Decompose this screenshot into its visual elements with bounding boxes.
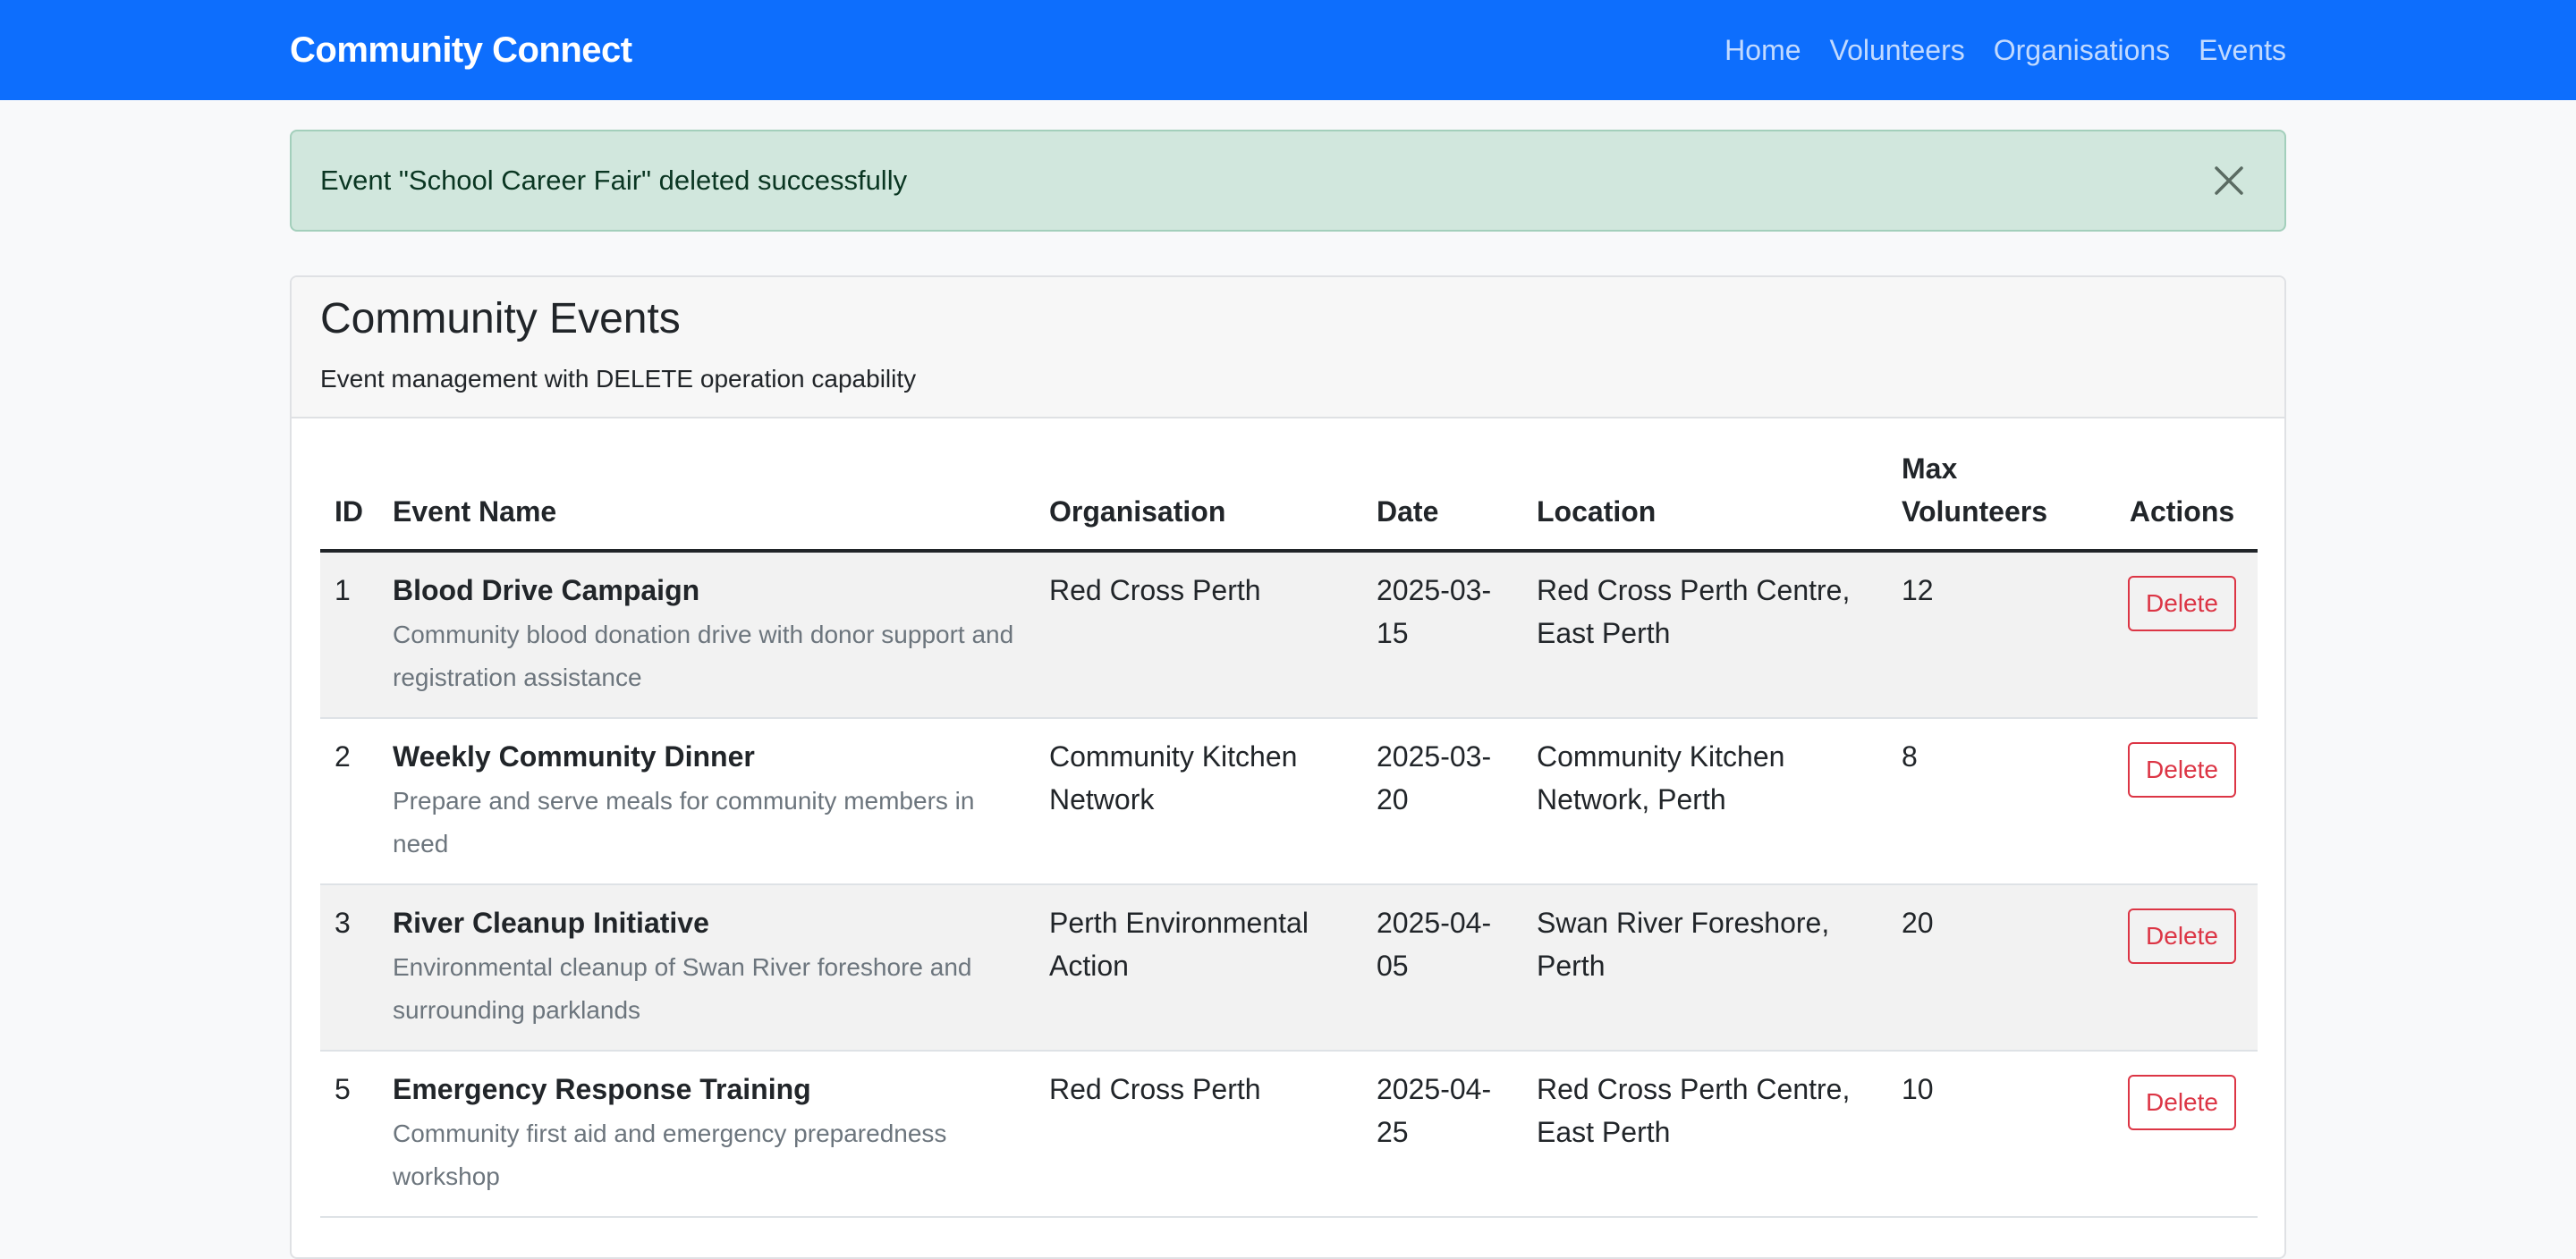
nav-link-organisations[interactable]: Organisations: [1994, 34, 2170, 67]
delete-button[interactable]: Delete: [2128, 1075, 2236, 1130]
close-icon[interactable]: [2207, 159, 2250, 202]
date-part2: 05: [1377, 950, 1409, 982]
cell-location: Community Kitchen Network, Perth: [1522, 718, 1887, 885]
header-organisation: Organisation: [1035, 447, 1362, 553]
cell-event: Emergency Response Training Community fi…: [378, 1051, 1035, 1218]
table-row: 5 Emergency Response Training Community …: [320, 1051, 2258, 1218]
nav-link-volunteers[interactable]: Volunteers: [1830, 34, 1965, 67]
events-card: Community Events Event management with D…: [290, 275, 2286, 1259]
cell-organisation: Perth Environmental Action: [1035, 884, 1362, 1052]
event-name: Emergency Response Training: [393, 1073, 811, 1105]
header-max-volunteers: Max Volunteers: [1887, 447, 2106, 553]
cell-location: Swan River Foreshore, Perth: [1522, 884, 1887, 1052]
delete-button[interactable]: Delete: [2128, 742, 2236, 798]
event-description: Environmental cleanup of Swan River fore…: [393, 953, 972, 1024]
cell-max-volunteers: 12: [1887, 551, 2106, 719]
header-id: ID: [320, 447, 378, 553]
cell-max-volunteers: 20: [1887, 884, 2106, 1052]
cell-date: 2025-03- 20: [1362, 718, 1522, 885]
cell-date: 2025-04- 05: [1362, 884, 1522, 1052]
cell-id: 5: [320, 1051, 378, 1218]
cell-date: 2025-04- 25: [1362, 1051, 1522, 1218]
event-name: Blood Drive Campaign: [393, 574, 700, 606]
card-header: Community Events Event management with D…: [292, 277, 2284, 418]
cell-event: Blood Drive Campaign Community blood don…: [378, 551, 1035, 719]
event-description: Prepare and serve meals for community me…: [393, 787, 975, 858]
date-part1: 2025-03-: [1377, 574, 1492, 606]
date-part2: 20: [1377, 783, 1409, 815]
header-max-line2: Volunteers: [1902, 495, 2047, 528]
cell-organisation: Community Kitchen Network: [1035, 718, 1362, 885]
cell-actions: Delete: [2106, 718, 2258, 885]
success-alert: Event "School Career Fair" deleted succe…: [290, 130, 2286, 232]
header-event-name: Event Name: [378, 447, 1035, 553]
nav-link-home[interactable]: Home: [1724, 34, 1801, 67]
cell-location: Red Cross Perth Centre, East Perth: [1522, 1051, 1887, 1218]
nav-links: Home Volunteers Organisations Events: [1696, 34, 2286, 67]
events-table-wrapper: ID Event Name Organisation Date Location…: [320, 447, 2258, 1218]
nav-link-events[interactable]: Events: [2199, 34, 2286, 67]
cell-event: River Cleanup Initiative Environmental c…: [378, 884, 1035, 1052]
header-actions: Actions: [2106, 447, 2258, 553]
event-name: River Cleanup Initiative: [393, 907, 709, 939]
date-part2: 25: [1377, 1116, 1409, 1148]
date-part1: 2025-04-: [1377, 1073, 1492, 1105]
cell-date: 2025-03- 15: [1362, 551, 1522, 719]
date-part1: 2025-04-: [1377, 907, 1492, 939]
page-subtitle: Event management with DELETE operation c…: [320, 364, 917, 393]
delete-button[interactable]: Delete: [2128, 576, 2236, 631]
header-max-line1: Max: [1902, 452, 1958, 485]
page-title: Community Events: [320, 295, 681, 342]
event-name: Weekly Community Dinner: [393, 740, 755, 773]
cell-event: Weekly Community Dinner Prepare and serv…: [378, 718, 1035, 885]
header-date: Date: [1362, 447, 1522, 553]
event-description: Community first aid and emergency prepar…: [393, 1120, 947, 1190]
cell-id: 1: [320, 551, 378, 719]
alert-message: Event "School Career Fair" deleted succe…: [320, 165, 908, 196]
table-header-row: ID Event Name Organisation Date Location…: [320, 447, 2258, 553]
date-part2: 15: [1377, 617, 1409, 649]
table-row: 2 Weekly Community Dinner Prepare and se…: [320, 718, 2258, 885]
cell-actions: Delete: [2106, 1051, 2258, 1218]
cell-organisation: Red Cross Perth: [1035, 551, 1362, 719]
date-part1: 2025-03-: [1377, 740, 1492, 773]
cell-actions: Delete: [2106, 884, 2258, 1052]
cell-organisation: Red Cross Perth: [1035, 1051, 1362, 1218]
cell-max-volunteers: 10: [1887, 1051, 2106, 1218]
table-row: 3 River Cleanup Initiative Environmental…: [320, 884, 2258, 1052]
cell-id: 2: [320, 718, 378, 885]
events-table: ID Event Name Organisation Date Location…: [320, 447, 2258, 1218]
delete-button[interactable]: Delete: [2128, 908, 2236, 964]
event-description: Community blood donation drive with dono…: [393, 621, 1014, 691]
cell-location: Red Cross Perth Centre, East Perth: [1522, 551, 1887, 719]
cell-id: 3: [320, 884, 378, 1052]
brand-link[interactable]: Community Connect: [290, 30, 632, 71]
navbar: Community Connect Home Volunteers Organi…: [0, 0, 2576, 100]
table-row: 1 Blood Drive Campaign Community blood d…: [320, 551, 2258, 719]
header-location: Location: [1522, 447, 1887, 553]
cell-max-volunteers: 8: [1887, 718, 2106, 885]
cell-actions: Delete: [2106, 551, 2258, 719]
